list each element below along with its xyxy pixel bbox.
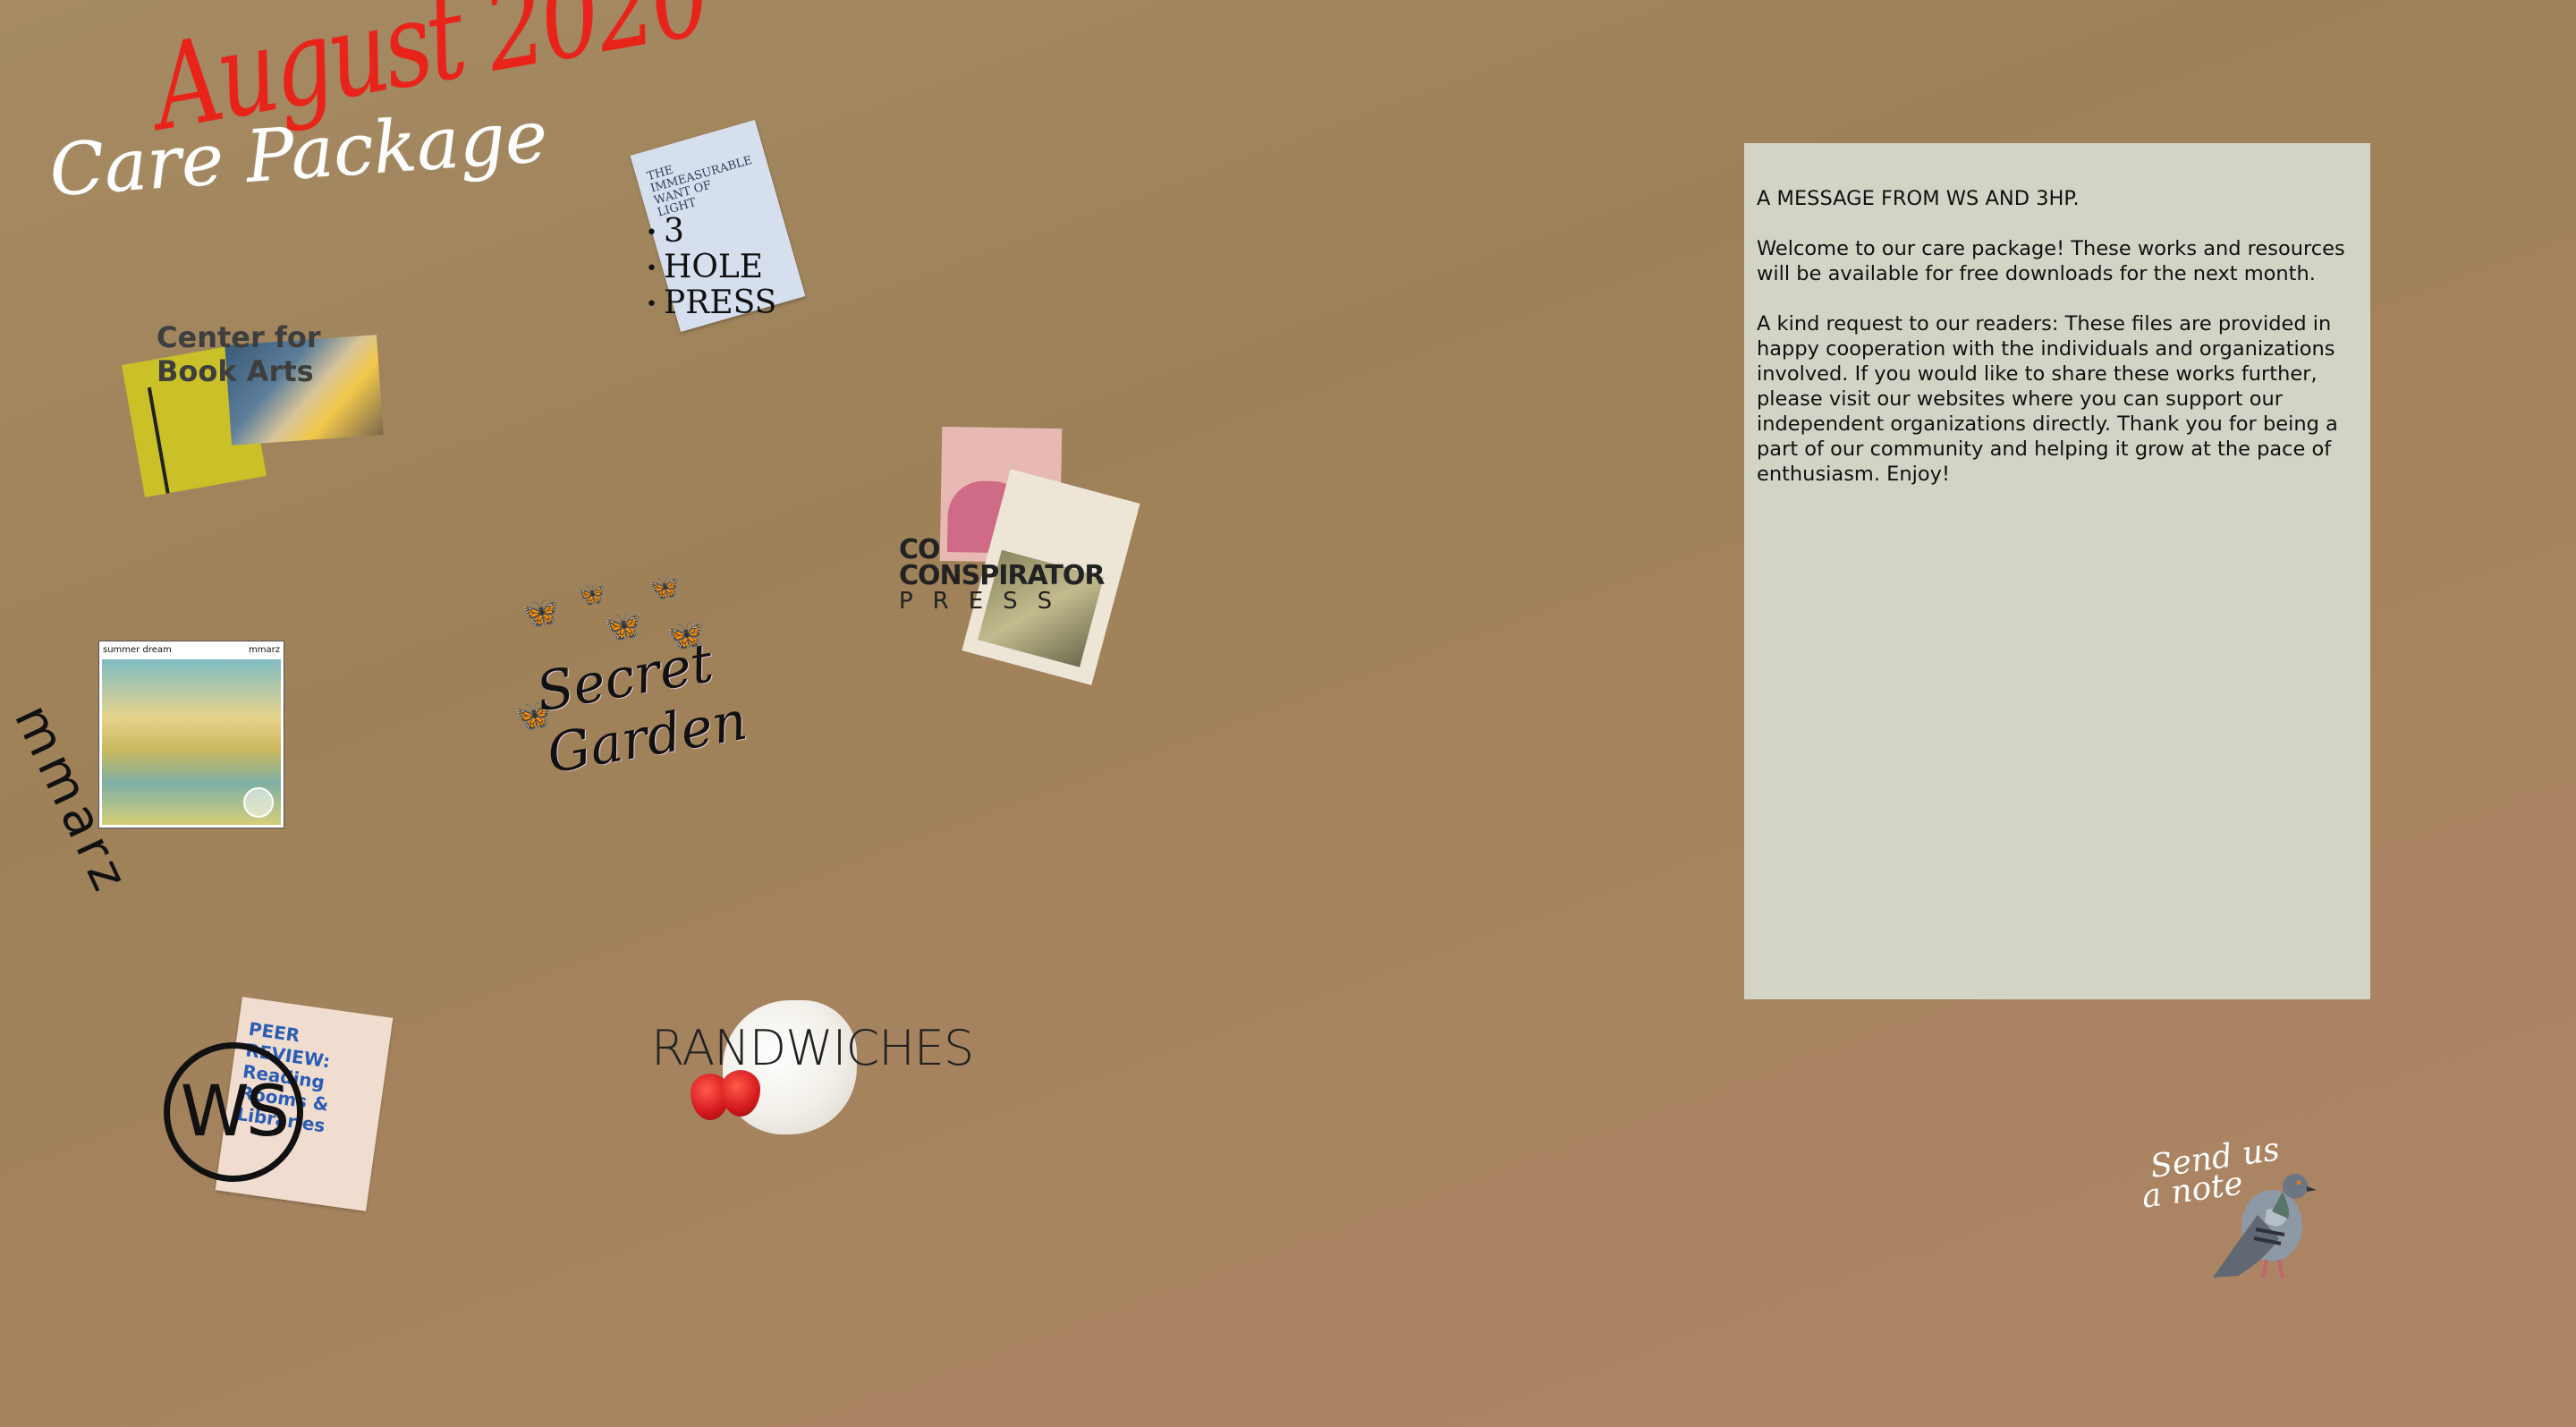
ws-logo[interactable]: WS bbox=[164, 1042, 303, 1182]
title-main: Care Package bbox=[47, 94, 550, 213]
logo-line: CO bbox=[899, 534, 941, 565]
secret-garden-logo[interactable]: 🦋 🦋 🦋 🦋 🦋 🦋 Secret Garden bbox=[505, 564, 751, 823]
stamp-icon bbox=[243, 787, 274, 818]
message-panel: A MESSAGE FROM WS AND 3HP. Welcome to ou… bbox=[1744, 143, 2370, 999]
logo-line: CONSPIRATOR bbox=[899, 560, 1105, 591]
three-hole-press-logo[interactable]: 3 HOLE PRESS bbox=[646, 215, 776, 322]
butterfly-icon: 🦋 bbox=[604, 608, 642, 644]
logo-line: PRESS bbox=[899, 588, 1072, 615]
co-conspirator-press-logo[interactable]: CO CONSPIRATOR PRESS bbox=[899, 534, 1105, 615]
cover-painting bbox=[102, 659, 281, 825]
message-heading: A MESSAGE FROM WS AND 3HP. bbox=[1757, 187, 2080, 210]
strawberry-icon bbox=[721, 1070, 760, 1117]
cover-brand: mmarz bbox=[249, 644, 280, 655]
center-for-book-arts-logo[interactable]: Center for Book Arts bbox=[157, 320, 321, 388]
book-cover-title: The Immeasurable Want of Light bbox=[645, 153, 754, 220]
logo-line: Book Arts bbox=[157, 354, 314, 388]
butterfly-icon: 🦋 bbox=[521, 595, 560, 631]
logo-line: Center for bbox=[157, 320, 321, 354]
message-paragraph: Welcome to our care package! These works… bbox=[1757, 237, 2345, 285]
logo-line: HOLE bbox=[646, 251, 776, 286]
butterfly-icon: 🦋 bbox=[577, 582, 606, 608]
randwiches-logo[interactable]: RANDWICHES bbox=[651, 1020, 974, 1076]
butterfly-icon: 🦋 bbox=[648, 573, 680, 602]
mmarz-summer-dream-cover[interactable]: summer dream mmarz bbox=[98, 641, 284, 828]
cover-title: summer dream bbox=[103, 644, 172, 655]
logo-line: PRESS bbox=[646, 286, 776, 322]
logo-line: 3 bbox=[646, 215, 776, 251]
care-package-title: August 2020 Care Package bbox=[47, 0, 716, 215]
pigeon-icon[interactable] bbox=[2202, 1152, 2318, 1282]
message-paragraph: A kind request to our readers: These fil… bbox=[1757, 312, 2338, 486]
